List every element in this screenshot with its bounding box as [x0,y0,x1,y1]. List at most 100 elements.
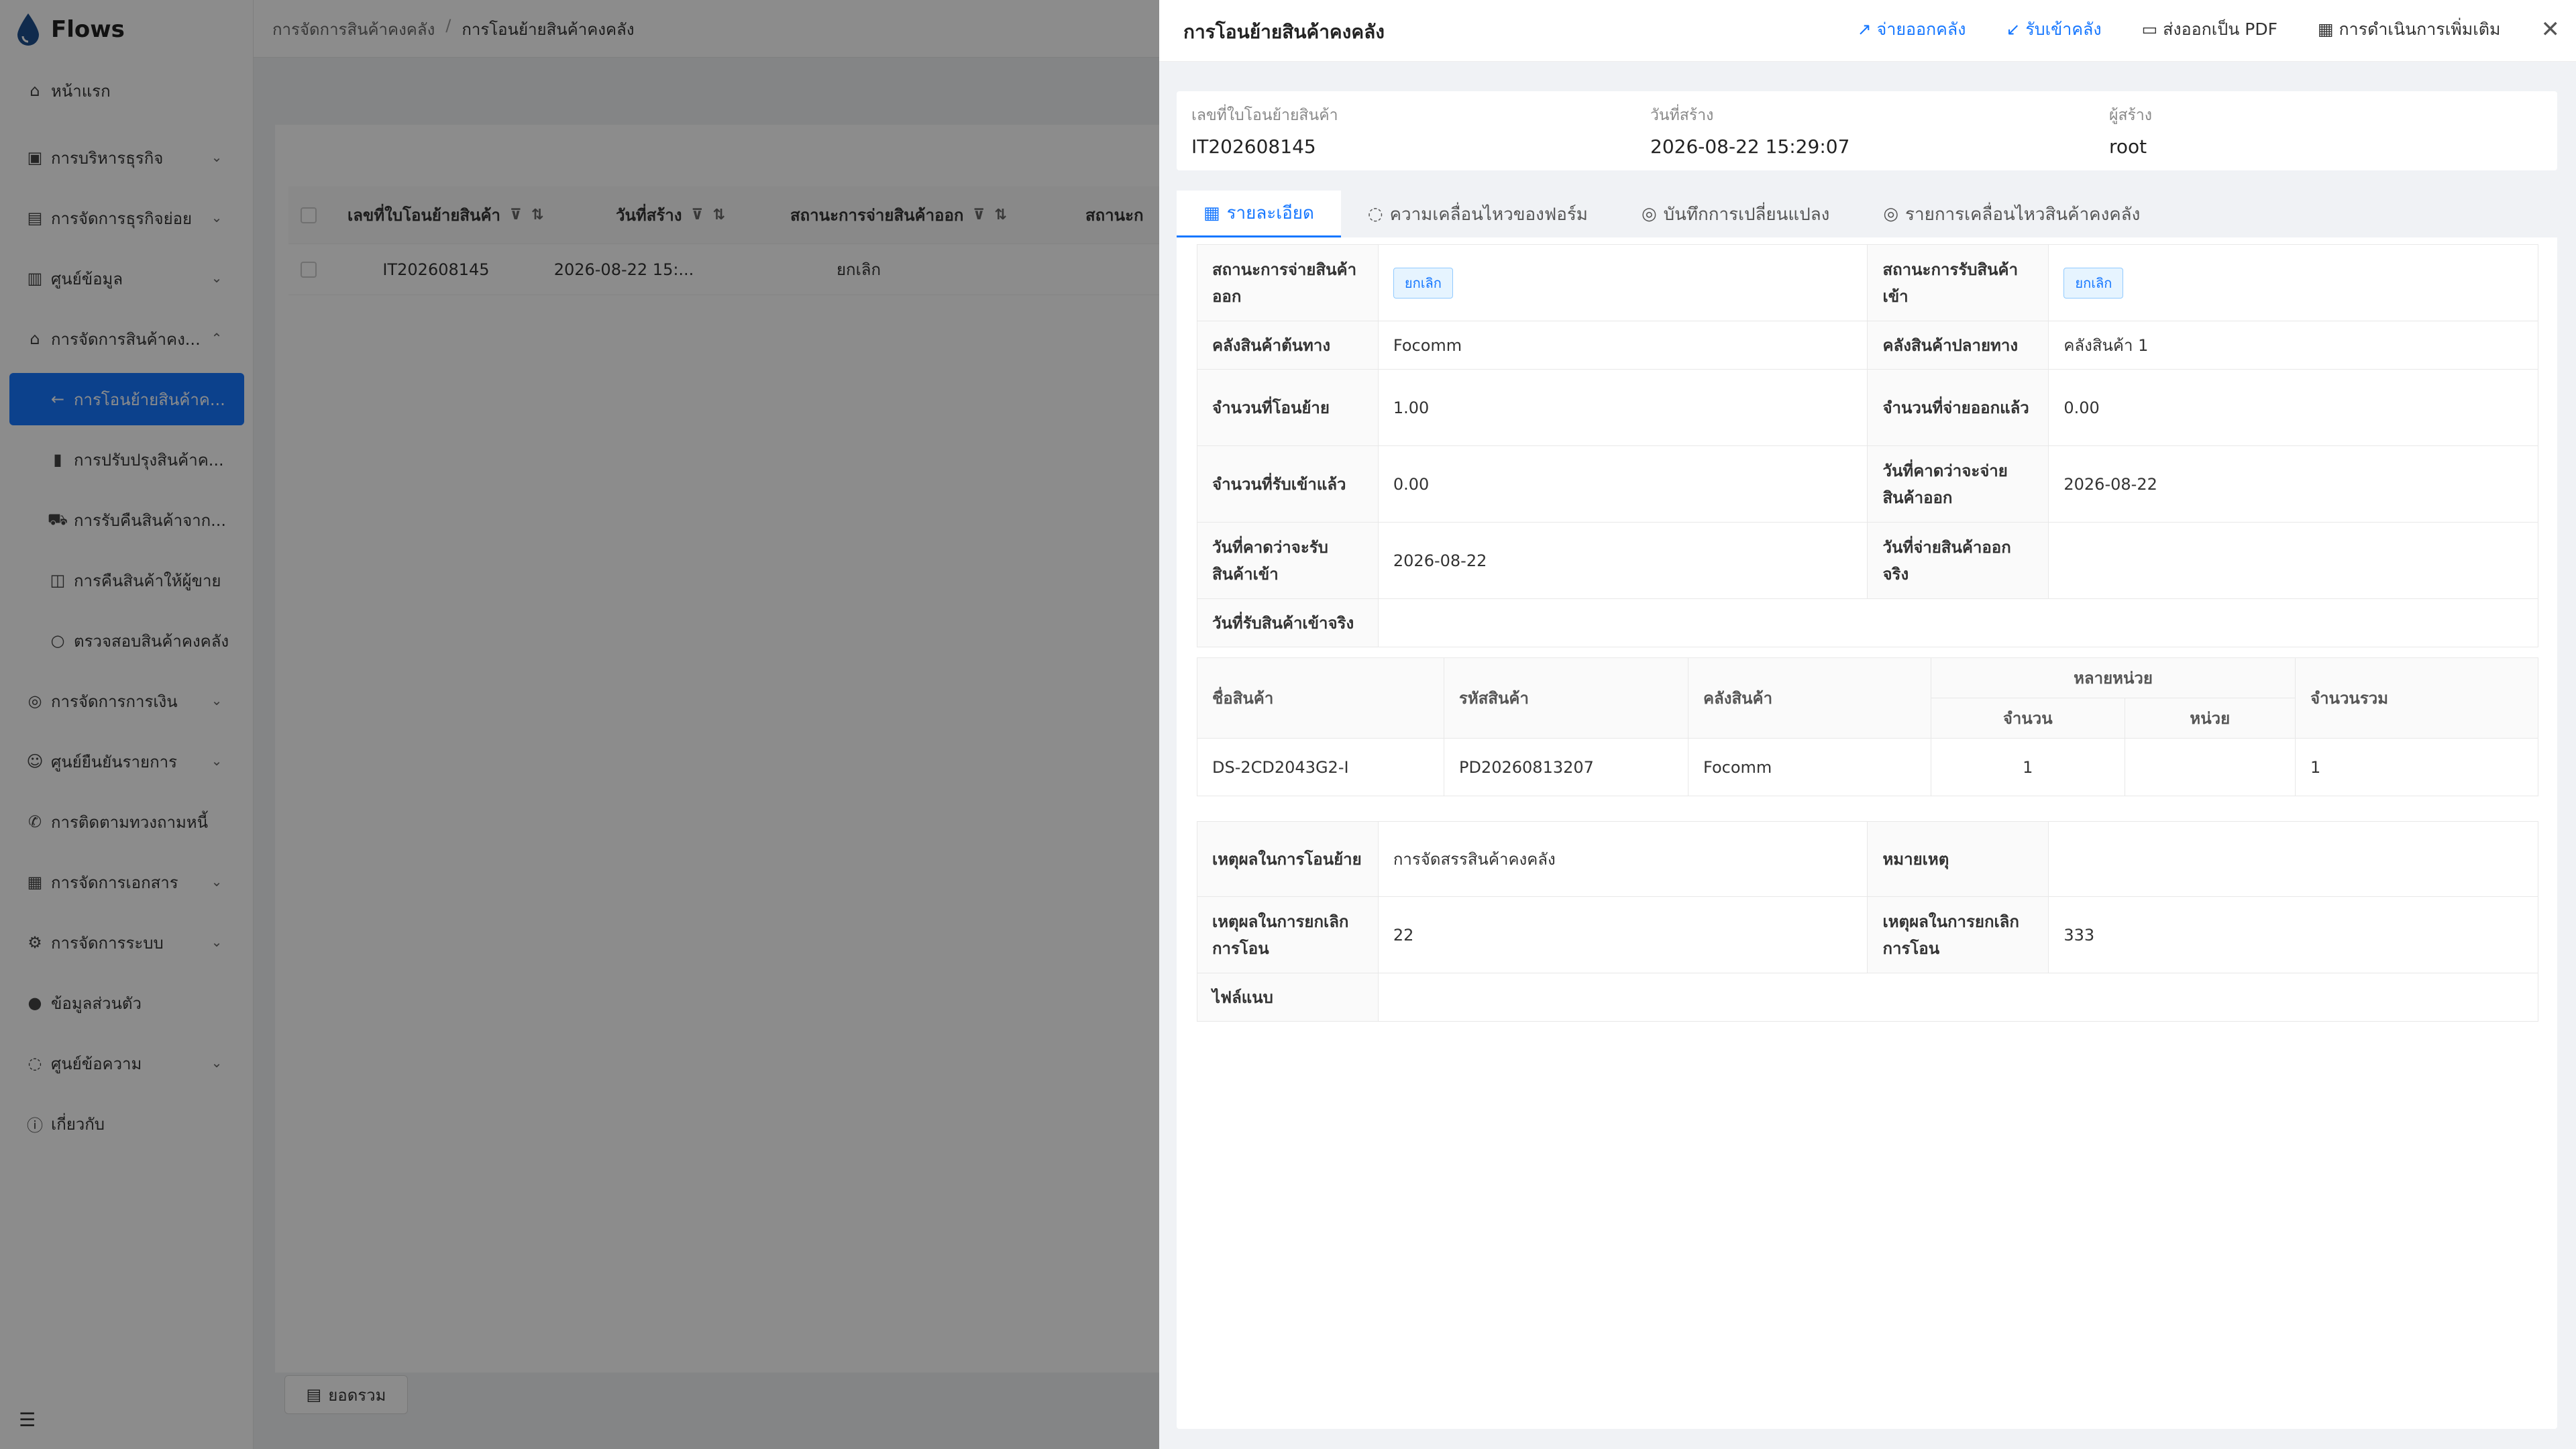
header-info-card: เลขที่ใบโอนย้ายสินค้า IT202608145 วันที่… [1177,91,2557,170]
field-label: วันที่จ่ายสินค้าออกจริง [1867,522,2049,599]
field-label: สถานะการรับสินค้าเข้า [1867,244,2049,321]
details-table: สถานะการจ่ายสินค้าออก ยกเลิก สถานะการรับ… [1197,244,2539,647]
field-value: 22 [1377,896,1868,973]
status-badge: ยกเลิก [2063,267,2124,299]
printer-icon: ▭ [2141,19,2163,39]
extra-info-table: เหตุผลในการโอนย้าย การจัดสรรสินค้าคงคลัง… [1197,821,2539,1022]
field-value: 2026-08-22 [1377,522,1868,599]
issue-stock-button[interactable]: ↗ จ่ายออกคลัง [1858,16,1966,43]
more-actions-label: การดำเนินการเพิ่มเติม [2339,19,2501,39]
tab-label: บันทึกการเปลี่ยนแปลง [1663,204,1830,225]
tab-details[interactable]: ▦ รายละเอียด [1177,191,1341,237]
products-header-row: ชื่อสินค้า รหัสสินค้า คลังสินค้า หลายหน่… [1197,657,2538,739]
info-value: 2026-08-22 15:29:07 [1650,136,1850,158]
details-row: คลังสินค้าต้นทาง Focomm คลังสินค้าปลายทา… [1197,321,2538,370]
details-row: วันที่คาดว่าจะรับสินค้าเข้า 2026-08-22 ว… [1197,522,2538,599]
product-qty: 1 [1931,738,2125,796]
status-badge: ยกเลิก [1393,267,1453,299]
field-label: วันที่รับสินค้าเข้าจริง [1197,598,1379,647]
info-creator: ผู้สร้าง root [2109,103,2152,158]
tab-stock-movement[interactable]: ◎ รายการเคลื่อนไหวสินค้าคงคลัง [1856,191,2167,237]
field-label: จำนวนที่รับเข้าแล้ว [1197,445,1379,523]
arrow-up-right-icon: ↗ [1857,19,1877,39]
column-header: หน่วย [2124,698,2296,739]
field-value: 0.00 [2048,369,2538,446]
field-value: ยกเลิก [1377,244,1868,321]
info-label: ผู้สร้าง [2109,107,2153,124]
receive-stock-button[interactable]: ↙ รับเข้าคลัง [2006,16,2101,43]
tab-label: รายละเอียด [1226,203,1314,223]
field-label: คลังสินค้าปลายทาง [1867,321,2049,370]
details-row: ไฟล์แนบ [1197,973,2539,1022]
details-row: จำนวนที่โอนย้าย 1.00 จำนวนที่จ่ายออกแล้ว… [1197,369,2538,446]
products-table: ชื่อสินค้า รหัสสินค้า คลังสินค้า หลายหน่… [1197,657,2538,796]
issue-stock-label: จ่ายออกคลัง [1876,19,1966,39]
field-value: การจัดสรรสินค้าคงคลัง [1377,821,1868,897]
history-icon: ◎ [1883,204,1899,224]
drawer-overlay-mask[interactable] [0,0,1159,1449]
column-header: คลังสินค้า [1688,657,1931,739]
field-label: จำนวนที่จ่ายออกแล้ว [1867,369,2049,446]
arrow-down-left-icon: ↙ [2006,19,2026,39]
export-pdf-button[interactable]: ▭ ส่งออกเป็น PDF [2142,16,2277,43]
column-header: หลายหน่วย [1931,657,2296,698]
tab-change-log[interactable]: ◎ บันทึกการเปลี่ยนแปลง [1615,191,1856,237]
field-value [2048,522,2538,599]
field-label: สถานะการจ่ายสินค้าออก [1197,244,1379,321]
info-value: IT202608145 [1191,136,1316,158]
details-row: เหตุผลในการโอนย้าย การจัดสรรสินค้าคงคลัง… [1197,821,2538,897]
field-value: 1.00 [1377,369,1868,446]
drawer-title: การโอนย้ายสินค้าคงคลัง [1183,21,1385,43]
column-header: จำนวนรวม [2295,657,2538,739]
close-icon[interactable]: ✕ [2541,16,2561,43]
drawer-actions: ↗ จ่ายออกคลัง ↙ รับเข้าคลัง ▭ ส่งออกเป็น… [1858,16,2560,43]
grid-icon: ▦ [2317,19,2339,39]
drawer-header: การโอนย้ายสินค้าคงคลัง ↗ จ่ายออกคลัง ↙ ร… [1159,0,2576,62]
field-label: เหตุผลในการยกเลิกการโอน [1867,896,2049,973]
field-label: จำนวนที่โอนย้าย [1197,369,1379,446]
receive-stock-label: รับเข้าคลัง [2025,19,2102,39]
info-label: วันที่สร้าง [1650,107,1714,124]
more-actions-button[interactable]: ▦ การดำเนินการเพิ่มเติม [2318,16,2501,43]
field-label: วันที่คาดว่าจะรับสินค้าเข้า [1197,522,1379,599]
field-value [1377,598,2539,647]
info-transfer-no: เลขที่ใบโอนย้ายสินค้า IT202608145 [1191,103,1338,158]
details-row: จำนวนที่รับเข้าแล้ว 0.00 วันที่คาดว่าจะจ… [1197,445,2538,523]
field-label: หมายเหตุ [1867,821,2049,897]
attachment-area[interactable] [1377,973,2539,1022]
destination-warehouse-link[interactable]: คลังสินค้า 1 [2048,321,2538,370]
field-label: วันที่คาดว่าจะจ่ายสินค้าออก [1867,445,2049,523]
field-value [2048,821,2538,897]
column-header: รหัสสินค้า [1444,657,1688,739]
history-icon: ◎ [1641,204,1657,224]
product-total: 1 [2295,738,2538,796]
product-warehouse-link[interactable]: Focomm [1688,738,1931,796]
field-value: ยกเลิก [2048,244,2538,321]
field-value: 333 [2048,896,2538,973]
column-header: จำนวน [1931,698,2125,739]
tab-bar: ▦ รายละเอียด ◌ ความเคลื่อนไหวของฟอร์ม ◎ บัน… [1177,191,2557,237]
tab-label: ความเคลื่อนไหวของฟอร์ม [1389,204,1588,225]
info-label: เลขที่ใบโอนย้ายสินค้า [1191,107,1338,124]
chat-icon: ◌ [1367,204,1383,224]
product-name-link[interactable]: DS-2CD2043G2-I [1197,738,1444,796]
source-warehouse-link[interactable]: Focomm [1377,321,1868,370]
field-value: 0.00 [1377,445,1868,523]
tab-form-activity[interactable]: ◌ ความเคลื่อนไหวของฟอร์ม [1341,191,1615,237]
app-root: Flows ⌂ หน้าแรก ▣ การบริหารธุรกิจ ⌄ ▤ กา… [0,0,2576,1449]
details-row: วันที่รับสินค้าเข้าจริง [1197,598,2539,647]
field-value: 2026-08-22 [2048,445,2538,523]
details-row: สถานะการจ่ายสินค้าออก ยกเลิก สถานะการรับ… [1197,244,2538,321]
info-value: root [2109,136,2147,158]
field-label: เหตุผลในการโอนย้าย [1197,821,1379,897]
export-pdf-label: ส่งออกเป็น PDF [2163,19,2277,39]
product-unit [2124,738,2296,796]
details-row: เหตุผลในการยกเลิกการโอน 22 เหตุผลในการยก… [1197,896,2538,973]
grid-icon: ▦ [1203,203,1220,223]
field-label: คลังสินค้าต้นทาง [1197,321,1379,370]
field-label: ไฟล์แนบ [1197,973,1379,1022]
drawer-content: ▦ รายละเอียด ◌ ความเคลื่อนไหวของฟอร์ม ◎ บัน… [1177,191,2557,1429]
column-header: ชื่อสินค้า [1197,657,1444,739]
detail-drawer: การโอนย้ายสินค้าคงคลัง ↗ จ่ายออกคลัง ↙ ร… [1159,0,2576,1449]
product-code: PD20260813207 [1444,738,1688,796]
